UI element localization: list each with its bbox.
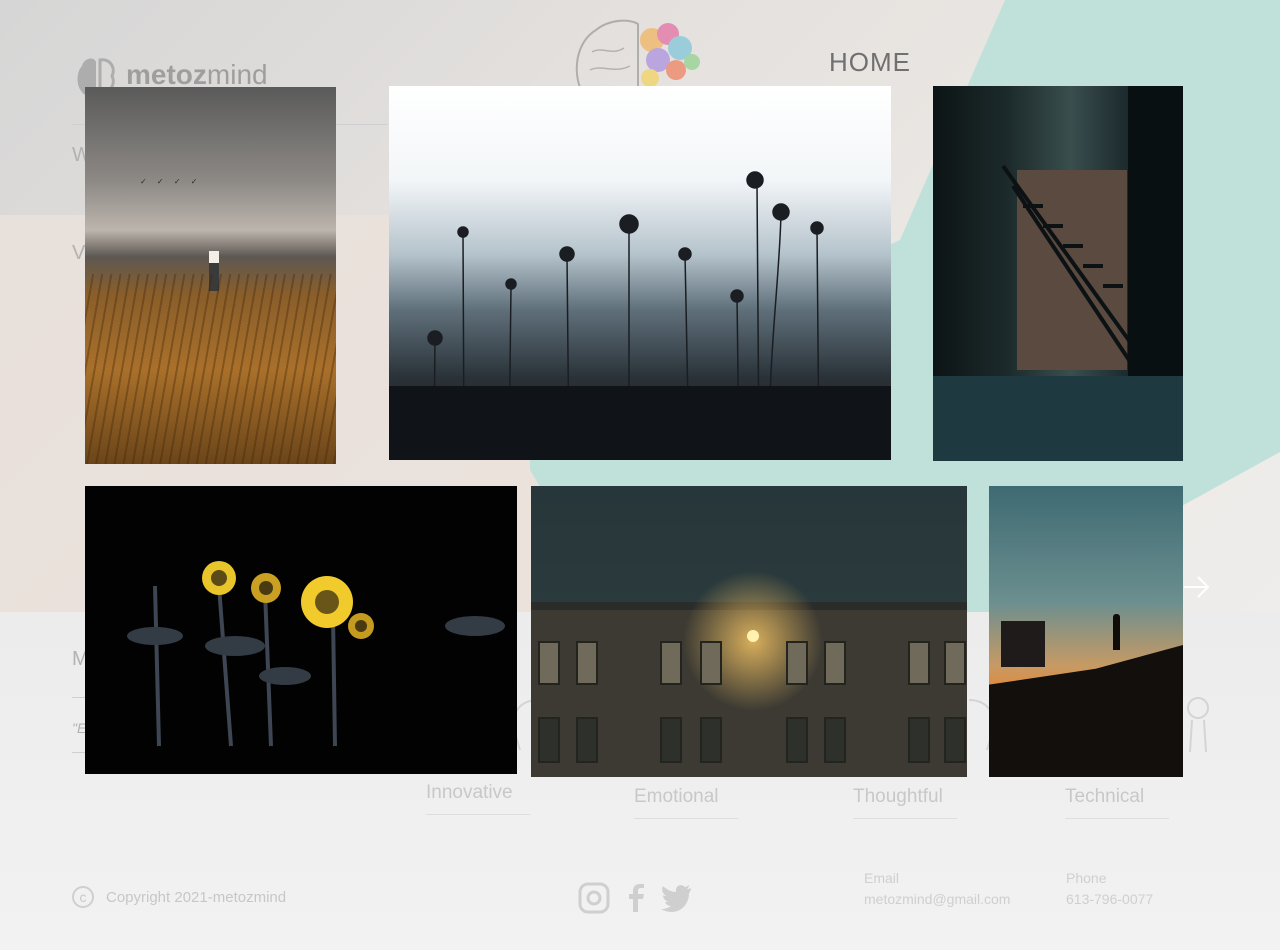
email-value[interactable]: metozmind@gmail.com <box>864 889 1010 910</box>
nav-home-link[interactable]: HOME <box>829 47 911 78</box>
logo-light: mind <box>206 59 268 90</box>
phone-label: Phone <box>1066 870 1107 886</box>
building-silhouette <box>1001 621 1045 667</box>
birds-graphic: ✓ ✓ ✓ ✓ <box>140 177 202 186</box>
sunflowers-graphic <box>127 561 505 747</box>
social-links <box>578 882 692 919</box>
email-label: Email <box>864 870 900 886</box>
brain-illustration-icon <box>575 19 700 92</box>
trait-emotional: Emotional <box>634 786 738 819</box>
copyright-text: Copyright 2021-metozmind <box>106 888 287 906</box>
copyright: c Copyright 2021-metozmind <box>72 886 286 908</box>
faded-text: V <box>72 242 86 264</box>
contact-phone: Phone 613-796-0077 <box>1066 868 1153 910</box>
gallery-photo-building-lamp[interactable] <box>531 486 967 777</box>
gallery-photo-sunflowers[interactable] <box>85 486 517 774</box>
trait-innovative: Innovative <box>426 782 530 815</box>
stairwell-graphic <box>933 86 1183 461</box>
arrow-right-icon[interactable] <box>1180 570 1214 604</box>
phone-value[interactable]: 613-796-0077 <box>1066 889 1153 910</box>
person-silhouette <box>1113 614 1120 650</box>
twitter-icon[interactable] <box>660 884 692 917</box>
technical-icon <box>1187 697 1209 753</box>
gallery-photo-stairwell[interactable] <box>933 86 1183 461</box>
contact-email: Email metozmind@gmail.com <box>864 868 1010 910</box>
trait-thoughtful: Thoughtful <box>853 786 957 819</box>
divider <box>72 752 86 753</box>
facebook-icon[interactable] <box>624 882 646 919</box>
gallery-photo-rooftop-sunset[interactable] <box>989 486 1183 777</box>
instagram-icon[interactable] <box>578 882 610 919</box>
divider <box>72 697 86 698</box>
flower-silhouettes <box>389 171 891 460</box>
building-graphic <box>531 571 967 777</box>
grass-graphic <box>85 274 336 464</box>
gallery-photo-wildflowers[interactable] <box>389 86 891 460</box>
copyright-icon: c <box>72 886 94 908</box>
logo-bold: metoz <box>126 59 207 90</box>
trait-technical: Technical <box>1065 786 1169 819</box>
gallery-photo-field-lamp[interactable]: ✓ ✓ ✓ ✓ <box>85 87 336 464</box>
